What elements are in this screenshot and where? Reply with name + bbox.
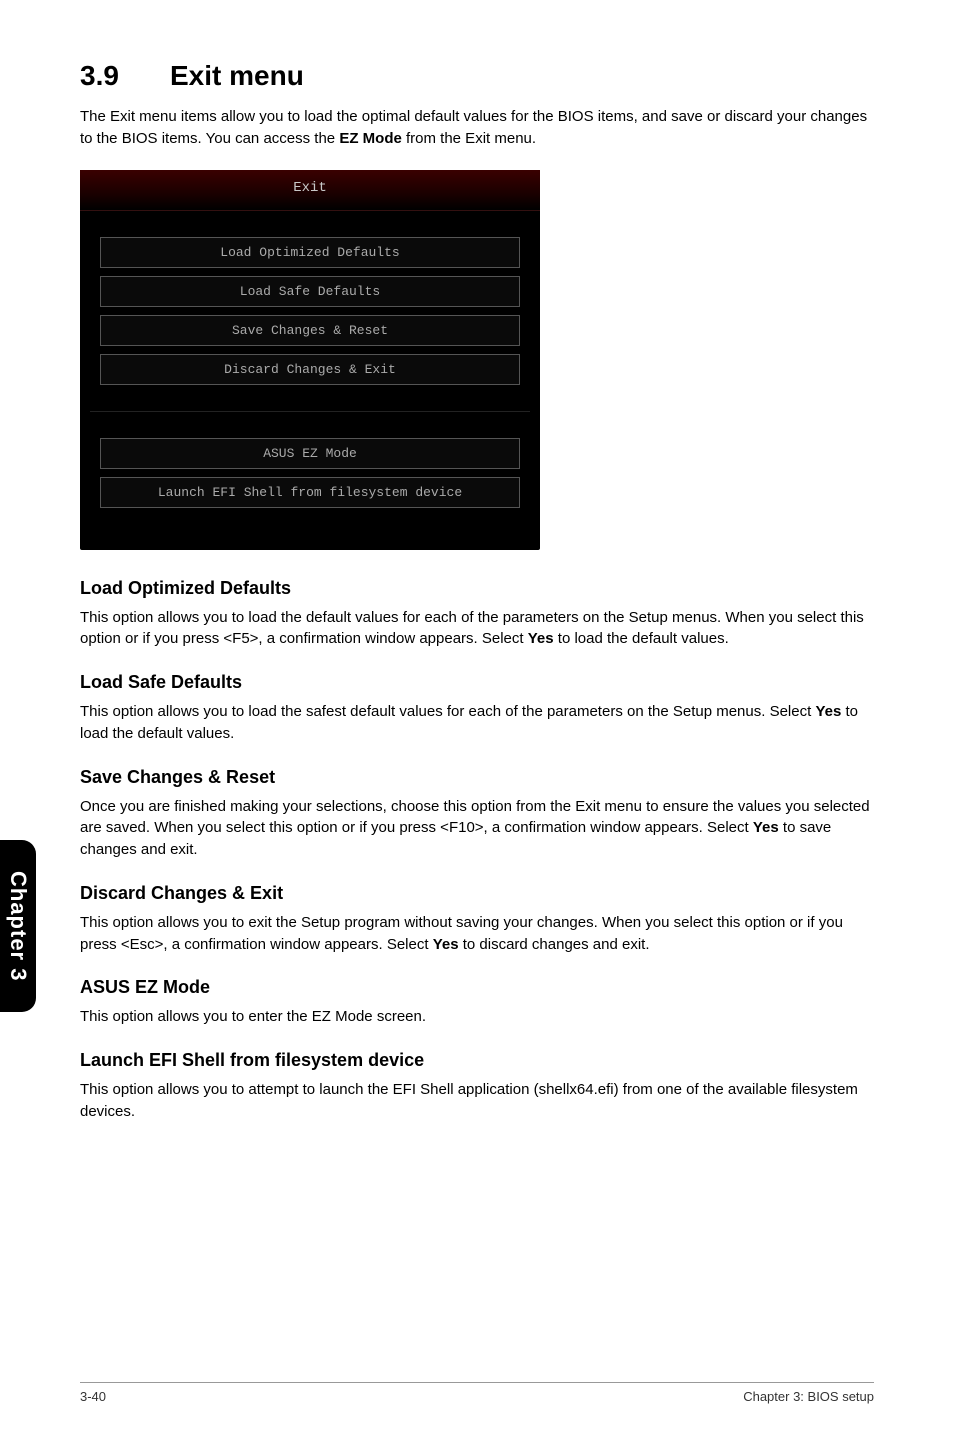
intro-paragraph: The Exit menu items allow you to load th…: [80, 106, 874, 150]
section-tail: to load the default values.: [554, 630, 729, 647]
page-title: 3.9Exit menu: [80, 60, 874, 92]
bios-btn-efi-shell[interactable]: Launch EFI Shell from filesystem device: [100, 477, 520, 508]
section-text: This option allows you to load the defau…: [80, 609, 864, 648]
section-body: Once you are finished making your select…: [80, 796, 874, 861]
section-heading: Load Safe Defaults: [80, 672, 874, 693]
bios-btn-ez-mode[interactable]: ASUS EZ Mode: [100, 438, 520, 469]
section-bold: Yes: [815, 703, 841, 720]
section-body: This option allows you to exit the Setup…: [80, 912, 874, 956]
section-heading: Launch EFI Shell from filesystem device: [80, 1050, 874, 1071]
bios-exit-menu: Exit Load Optimized Defaults Load Safe D…: [80, 170, 540, 550]
bios-separator: [90, 411, 530, 412]
title-number: 3.9: [80, 60, 170, 92]
section-bold: Yes: [753, 819, 779, 836]
footer-row: 3-40 Chapter 3: BIOS setup: [80, 1389, 874, 1404]
footer-divider: [80, 1382, 874, 1383]
chapter-side-tab: Chapter 3: [0, 840, 36, 1012]
section-body: This option allows you to attempt to lau…: [80, 1079, 874, 1123]
section-bold: Yes: [433, 936, 459, 953]
bios-bottom-group: ASUS EZ Mode Launch EFI Shell from files…: [100, 420, 520, 526]
intro-bold: EZ Mode: [339, 130, 402, 147]
section-heading: Load Optimized Defaults: [80, 578, 874, 599]
intro-after: from the Exit menu.: [402, 130, 536, 147]
page-content: 3.9Exit menu The Exit menu items allow y…: [0, 0, 954, 1169]
section-body: This option allows you to load the defau…: [80, 607, 874, 651]
section-bold: Yes: [528, 630, 554, 647]
bios-top-group: Load Optimized Defaults Load Safe Defaul…: [100, 219, 520, 403]
chapter-side-label: Chapter 3: [5, 871, 31, 981]
bios-menu-header: Exit: [80, 170, 540, 211]
footer-page-number: 3-40: [80, 1389, 106, 1404]
section-text: This option allows you to enter the EZ M…: [80, 1008, 426, 1025]
section-tail: to discard changes and exit.: [459, 936, 650, 953]
section-text: Once you are finished making your select…: [80, 798, 870, 837]
bios-btn-save-reset[interactable]: Save Changes & Reset: [100, 315, 520, 346]
section-heading: Save Changes & Reset: [80, 767, 874, 788]
section-body: This option allows you to load the safes…: [80, 701, 874, 745]
section-body: This option allows you to enter the EZ M…: [80, 1006, 874, 1028]
title-text: Exit menu: [170, 60, 304, 91]
bios-btn-discard-exit[interactable]: Discard Changes & Exit: [100, 354, 520, 385]
section-heading: Discard Changes & Exit: [80, 883, 874, 904]
page-footer: 3-40 Chapter 3: BIOS setup: [80, 1382, 874, 1404]
section-text: This option allows you to load the safes…: [80, 703, 815, 720]
bios-btn-load-safe[interactable]: Load Safe Defaults: [100, 276, 520, 307]
section-heading: ASUS EZ Mode: [80, 977, 874, 998]
bios-btn-load-optimized[interactable]: Load Optimized Defaults: [100, 237, 520, 268]
footer-chapter-label: Chapter 3: BIOS setup: [743, 1389, 874, 1404]
section-text: This option allows you to attempt to lau…: [80, 1081, 858, 1120]
